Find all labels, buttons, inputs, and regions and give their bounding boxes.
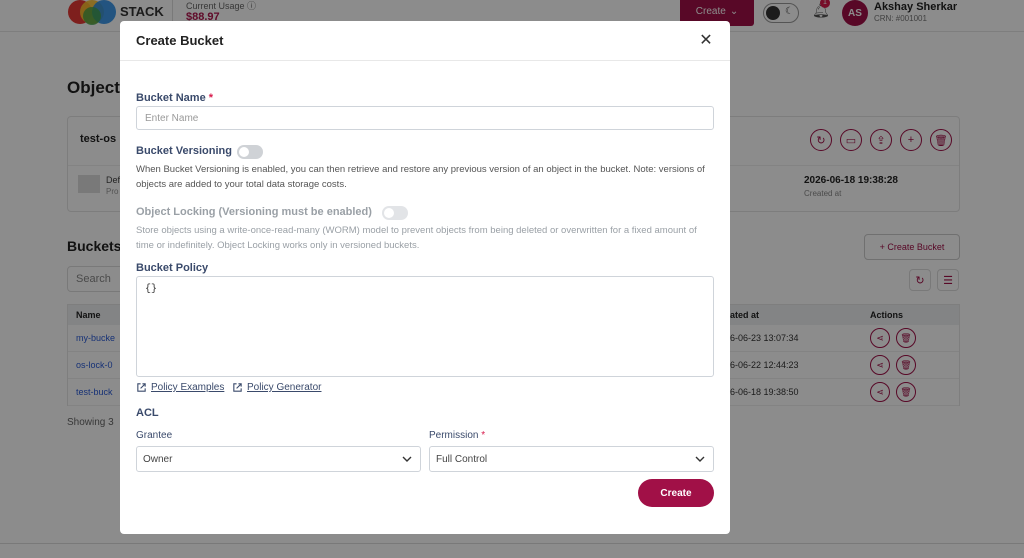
grantee-value: Owner: [143, 454, 173, 465]
create-button[interactable]: Create: [638, 479, 714, 507]
bucket-policy-label: Bucket Policy: [136, 262, 209, 274]
grantee-select[interactable]: Owner: [136, 446, 421, 472]
policy-generator-link[interactable]: Policy Generator: [232, 382, 321, 393]
required-mark: *: [208, 92, 214, 104]
bucket-policy-textarea[interactable]: [136, 276, 714, 377]
object-locking-help-text: Store objects using a write-once-read-ma…: [136, 225, 697, 251]
bucket-name-label: Bucket Name *: [136, 92, 214, 104]
object-locking-label: Object Locking (Versioning must be enabl…: [136, 206, 372, 218]
required-mark: *: [481, 430, 486, 441]
versioning-label: Bucket Versioning: [136, 145, 232, 157]
dialog-header: Create Bucket ✕: [120, 21, 730, 61]
permission-select[interactable]: Full Control: [429, 446, 714, 472]
external-link-icon: [137, 383, 146, 392]
dialog-title: Create Bucket: [136, 33, 224, 48]
toggle-knob: [384, 208, 394, 218]
close-icon[interactable]: ✕: [698, 33, 714, 49]
versioning-toggle[interactable]: [237, 145, 263, 159]
versioning-help-text: When Bucket Versioning is enabled, you c…: [136, 164, 705, 190]
chevron-down-icon: [402, 456, 412, 462]
create-bucket-dialog: Create Bucket ✕ Bucket Name * Bucket Ver…: [120, 21, 730, 534]
permission-label: Permission *: [429, 430, 486, 441]
bucket-name-input[interactable]: [136, 106, 714, 130]
permission-value: Full Control: [436, 454, 488, 465]
external-link-icon: [233, 383, 242, 392]
grantee-label: Grantee: [136, 430, 173, 441]
toggle-knob: [239, 147, 249, 157]
acl-label: ACL: [136, 407, 159, 419]
chevron-down-icon: [695, 456, 705, 462]
object-locking-toggle[interactable]: [382, 206, 408, 220]
policy-examples-link[interactable]: Policy Examples: [136, 382, 224, 393]
